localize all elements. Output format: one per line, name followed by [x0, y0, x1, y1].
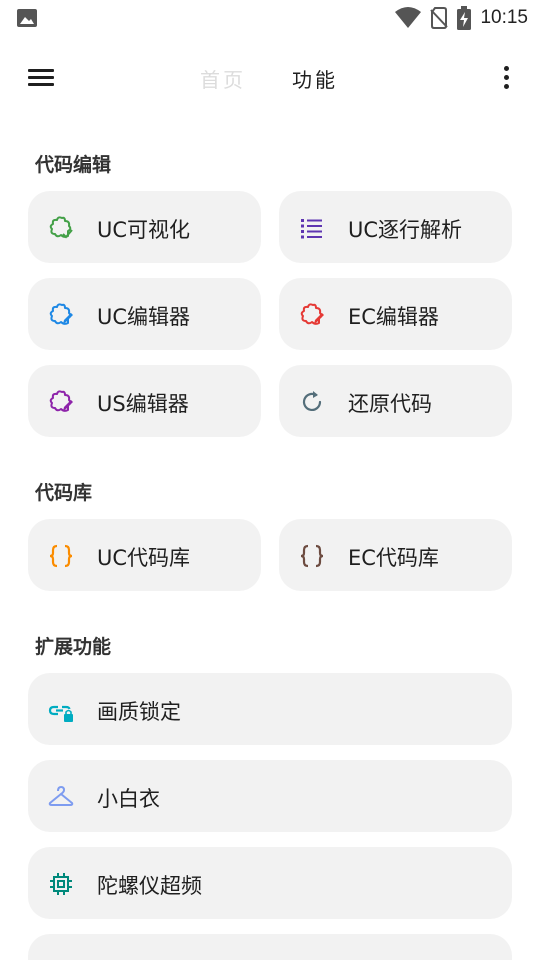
extension-item-partial[interactable]	[28, 934, 512, 960]
uc-editor-label: UC编辑器	[97, 305, 191, 329]
ec-code-lib-label: EC代码库	[348, 546, 439, 570]
braces-icon	[300, 544, 324, 568]
uc-editor-button[interactable]: UC编辑器	[28, 278, 261, 350]
battery-charging-icon	[457, 6, 472, 30]
hanger-icon	[48, 786, 74, 806]
section-title-code-edit: 代码编辑	[35, 154, 112, 176]
clock: 10:15	[480, 7, 528, 28]
uc-visual-button[interactable]: UC可视化	[28, 191, 261, 263]
xiaobaiyi-button[interactable]: 小白衣	[28, 760, 512, 832]
link-lock-icon	[48, 705, 73, 722]
ec-editor-button[interactable]: EC编辑器	[279, 278, 512, 350]
status-icons: 10:15	[395, 5, 528, 31]
image-icon	[17, 9, 37, 27]
list-icon	[301, 219, 322, 239]
tab-function[interactable]: 功能	[292, 64, 338, 93]
app-bar: 首页 功能	[0, 50, 540, 106]
uc-line-parse-label: UC逐行解析	[348, 218, 463, 242]
tab-home[interactable]: 首页	[200, 64, 246, 93]
puzzle-edit-icon	[49, 390, 73, 412]
wifi-icon	[395, 7, 422, 28]
puzzle-edit-icon	[49, 303, 73, 325]
restore-icon	[302, 391, 322, 411]
more-vert-icon[interactable]	[500, 64, 514, 92]
section-title-extensions: 扩展功能	[35, 636, 112, 658]
chip-icon	[50, 873, 72, 895]
menu-icon[interactable]	[26, 65, 56, 91]
restore-code-button[interactable]: 还原代码	[279, 365, 512, 437]
gyro-overclock-label: 陀螺仪超频	[97, 874, 202, 898]
gyro-overclock-button[interactable]: 陀螺仪超频	[28, 847, 512, 919]
puzzle-check-icon	[49, 216, 73, 239]
ec-code-lib-button[interactable]: EC代码库	[279, 519, 512, 591]
us-editor-label: US编辑器	[97, 392, 189, 416]
xiaobaiyi-label: 小白衣	[97, 787, 160, 811]
us-editor-button[interactable]: US编辑器	[28, 365, 261, 437]
puzzle-edit-icon	[300, 303, 324, 325]
status-bar: 10:15	[0, 0, 540, 36]
ec-editor-label: EC编辑器	[348, 305, 439, 329]
restore-code-label: 还原代码	[348, 392, 432, 416]
quality-lock-button[interactable]: 画质锁定	[28, 673, 512, 745]
uc-code-lib-button[interactable]: UC代码库	[28, 519, 261, 591]
section-title-code-lib: 代码库	[35, 482, 93, 504]
braces-icon	[49, 544, 73, 568]
uc-visual-label: UC可视化	[97, 218, 191, 242]
uc-code-lib-label: UC代码库	[97, 546, 191, 570]
uc-line-parse-button[interactable]: UC逐行解析	[279, 191, 512, 263]
no-sim-icon	[430, 7, 449, 29]
quality-lock-label: 画质锁定	[97, 700, 181, 724]
